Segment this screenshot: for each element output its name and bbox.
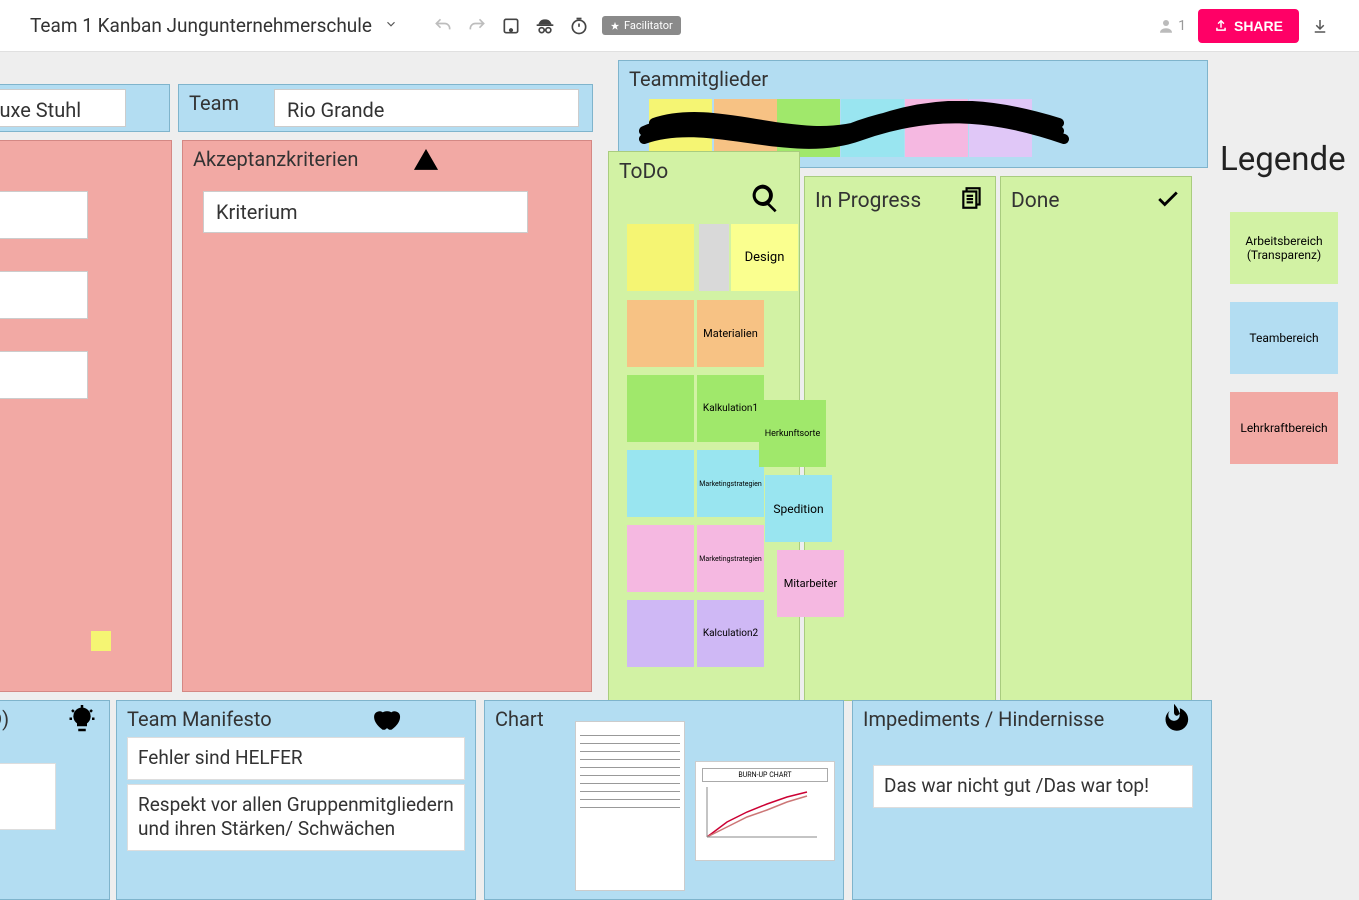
canvas[interactable]: eluxe Stuhl Team Rio Grande Akzeptanzkri… [0,52,1359,881]
chart-graph-label: BURN-UP CHART [702,768,828,782]
team-name-field[interactable]: Rio Grande [274,89,579,127]
pink-field-3[interactable] [0,351,88,399]
done-header: Done [1001,177,1191,225]
chart-section[interactable]: Chart BURN-UP CHART [484,700,844,900]
facilitator-badge[interactable]: Facilitator [602,16,681,35]
share-label: SHARE [1234,18,1283,34]
impediments-text[interactable]: Das war nicht gut /Das war top! [873,765,1193,808]
todo-label: ToDo [619,160,668,184]
left-pink-section[interactable] [0,140,172,692]
todo-note-kalkulation1[interactable]: Kalkulation1 [697,375,764,442]
small-yellow-note[interactable] [91,631,111,651]
pink-field-2[interactable] [0,271,88,319]
redo-icon[interactable] [466,15,488,37]
manifesto-item-2[interactable]: Respekt vor allen Gruppenmitgliedern und… [127,784,465,851]
timer-icon[interactable] [568,15,590,37]
undo-icon[interactable] [432,15,454,37]
kanban-inprogress[interactable]: In Progress Herkunftsorte Spedition Mita… [804,176,996,701]
impediments-section[interactable]: Impediments / Hindernisse Das war nicht … [852,700,1212,900]
checkmark-icon [1155,185,1181,217]
warning-icon [413,147,439,177]
todo-note-marketing2[interactable]: Marketingstrategien [697,525,764,592]
board-menu-chevron-icon[interactable] [384,17,398,35]
todo-note-cyan[interactable] [627,450,694,517]
akzeptanz-section[interactable]: Akzeptanzkriterien Kriterium [182,140,592,692]
share-button[interactable]: SHARE [1198,9,1299,43]
team-label: Team [179,85,249,121]
dod-title-fragment: D) [0,701,19,737]
inprog-note-herkunft[interactable]: Herkunftsorte [759,400,826,467]
manifesto-item-1[interactable]: Fehler sind HELFER [127,737,465,780]
toolbar: Team 1 Kanban Jungunternehmerschule Faci… [0,0,1359,52]
user-count[interactable]: 1 [1157,17,1186,35]
legend-title: Legende [1220,140,1346,179]
todo-note-marketing1[interactable]: Marketingstrategien [697,450,764,517]
document-icon [959,185,985,217]
todo-note-kalculation2[interactable]: Kalculation2 [697,600,764,667]
chart-table-thumb[interactable] [575,721,685,891]
todo-note-green[interactable] [627,375,694,442]
todo-note-pink[interactable] [627,525,694,592]
todo-note-materialien[interactable]: Materialien [697,300,764,367]
inprogress-label: In Progress [815,189,921,213]
done-label: Done [1011,189,1060,213]
lightbulb-icon [67,705,97,739]
kriterium-field[interactable]: Kriterium [203,191,528,233]
product-section[interactable]: eluxe Stuhl [0,84,170,132]
team-section[interactable]: Team Rio Grande [178,84,593,132]
incognito-icon[interactable] [534,15,556,37]
product-field[interactable]: eluxe Stuhl [0,89,126,127]
inprog-note-mitarbeiter[interactable]: Mitarbeiter [777,550,844,617]
akzeptanz-title: Akzeptanzkriterien [183,141,368,177]
kanban-done[interactable]: Done [1000,176,1192,701]
magnifier-icon [749,182,781,218]
download-icon[interactable] [1311,15,1329,37]
teammitglieder-title: Teammitglieder [619,61,778,97]
todo-note-grey[interactable] [699,224,729,291]
inprog-note-spedition[interactable]: Spedition [765,475,832,542]
inprogress-header: In Progress [805,177,995,225]
dice-icon[interactable] [500,15,522,37]
user-count-number: 1 [1178,18,1186,34]
todo-note-design[interactable]: Design [731,224,798,291]
legend-arbeitsbereich[interactable]: Arbeitsbereich (Transparenz) [1230,212,1338,284]
todo-note-violet[interactable] [627,600,694,667]
chart-graph-thumb[interactable]: BURN-UP CHART [695,761,835,861]
impediments-title: Impediments / Hindernisse [853,701,1114,737]
legend-lehrkraftbereich[interactable]: Lehrkraftbereich [1230,392,1338,464]
dod-item-1[interactable]: emd [0,763,56,830]
manifesto-section[interactable]: Team Manifesto Fehler sind HELFER Respek… [116,700,476,900]
fire-icon [1157,701,1191,739]
dod-section[interactable]: D) emd [0,700,110,900]
manifesto-title: Team Manifesto [117,701,282,737]
facilitator-label: Facilitator [624,19,673,32]
legend-teambereich[interactable]: Teambereich [1230,302,1338,374]
todo-note-yellow-1[interactable] [627,224,694,291]
pink-field-1[interactable] [0,191,88,239]
board-title[interactable]: Team 1 Kanban Jungunternehmerschule [30,14,372,37]
todo-note-orange[interactable] [627,300,694,367]
chart-title: Chart [485,701,554,737]
